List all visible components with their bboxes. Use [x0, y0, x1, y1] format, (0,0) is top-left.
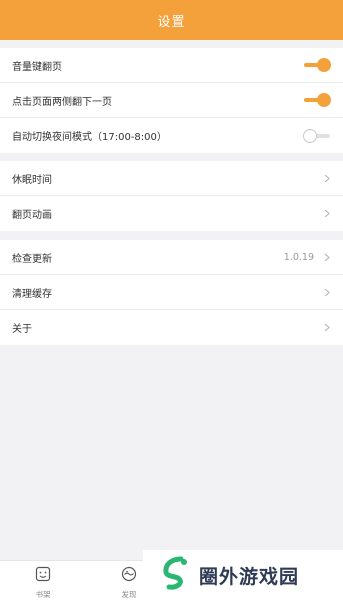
settings-group-reading: 音量键翻页 点击页面两侧翻下一页 自动切换夜间模式（17:00-8:00）: [0, 48, 343, 153]
setting-label: 关于: [12, 324, 32, 335]
setting-label: 点击页面两侧翻下一页: [12, 96, 112, 108]
setting-label: 清理缓存: [12, 288, 52, 300]
chevron-right-icon: [322, 323, 331, 332]
watermark: 圈外游戏园: [143, 550, 343, 600]
chevron-right-icon: [322, 209, 331, 218]
setting-label: 音量键翻页: [12, 61, 62, 73]
setting-page-animation[interactable]: 翻页动画: [0, 196, 343, 231]
bookshelf-icon: [35, 566, 51, 586]
setting-tap-sides-flip[interactable]: 点击页面两侧翻下一页: [0, 83, 343, 118]
setting-label: 自动切换夜间模式（17:00-8:00）: [12, 132, 167, 143]
setting-sleep-time[interactable]: 休眠时间: [0, 161, 343, 196]
settings-group-app: 检查更新 1.0.19 清理缓存 关于: [0, 240, 343, 345]
version-value: 1.0.19: [283, 251, 314, 263]
settings-group-display: 休眠时间 翻页动画: [0, 161, 343, 231]
chevron-right-icon: [322, 174, 331, 183]
chevron-right-icon: [322, 288, 331, 297]
watermark-text: 圈外游戏园: [199, 565, 300, 588]
setting-label: 检查更新: [12, 253, 52, 265]
setting-auto-night-mode[interactable]: 自动切换夜间模式（17:00-8:00）: [0, 118, 343, 153]
app-header: 设置: [0, 0, 343, 40]
auto-night-mode-toggle[interactable]: [303, 128, 331, 143]
chevron-right-icon: [322, 253, 331, 262]
tab-bookshelf[interactable]: 书架: [18, 566, 68, 600]
page-title: 设置: [157, 14, 186, 30]
setting-volume-key-flip[interactable]: 音量键翻页: [0, 48, 343, 83]
watermark-logo-icon: [157, 555, 193, 595]
tab-label: 发现: [121, 590, 137, 599]
discover-icon: [121, 566, 137, 586]
setting-clear-cache[interactable]: 清理缓存: [0, 275, 343, 310]
tap-sides-flip-toggle[interactable]: [303, 93, 331, 107]
volume-key-flip-toggle[interactable]: [303, 58, 331, 72]
setting-label: 休眠时间: [12, 174, 52, 186]
tab-label: 书架: [35, 590, 51, 599]
setting-label: 翻页动画: [12, 210, 52, 221]
setting-about[interactable]: 关于: [0, 310, 343, 345]
setting-check-update[interactable]: 检查更新 1.0.19: [0, 240, 343, 275]
